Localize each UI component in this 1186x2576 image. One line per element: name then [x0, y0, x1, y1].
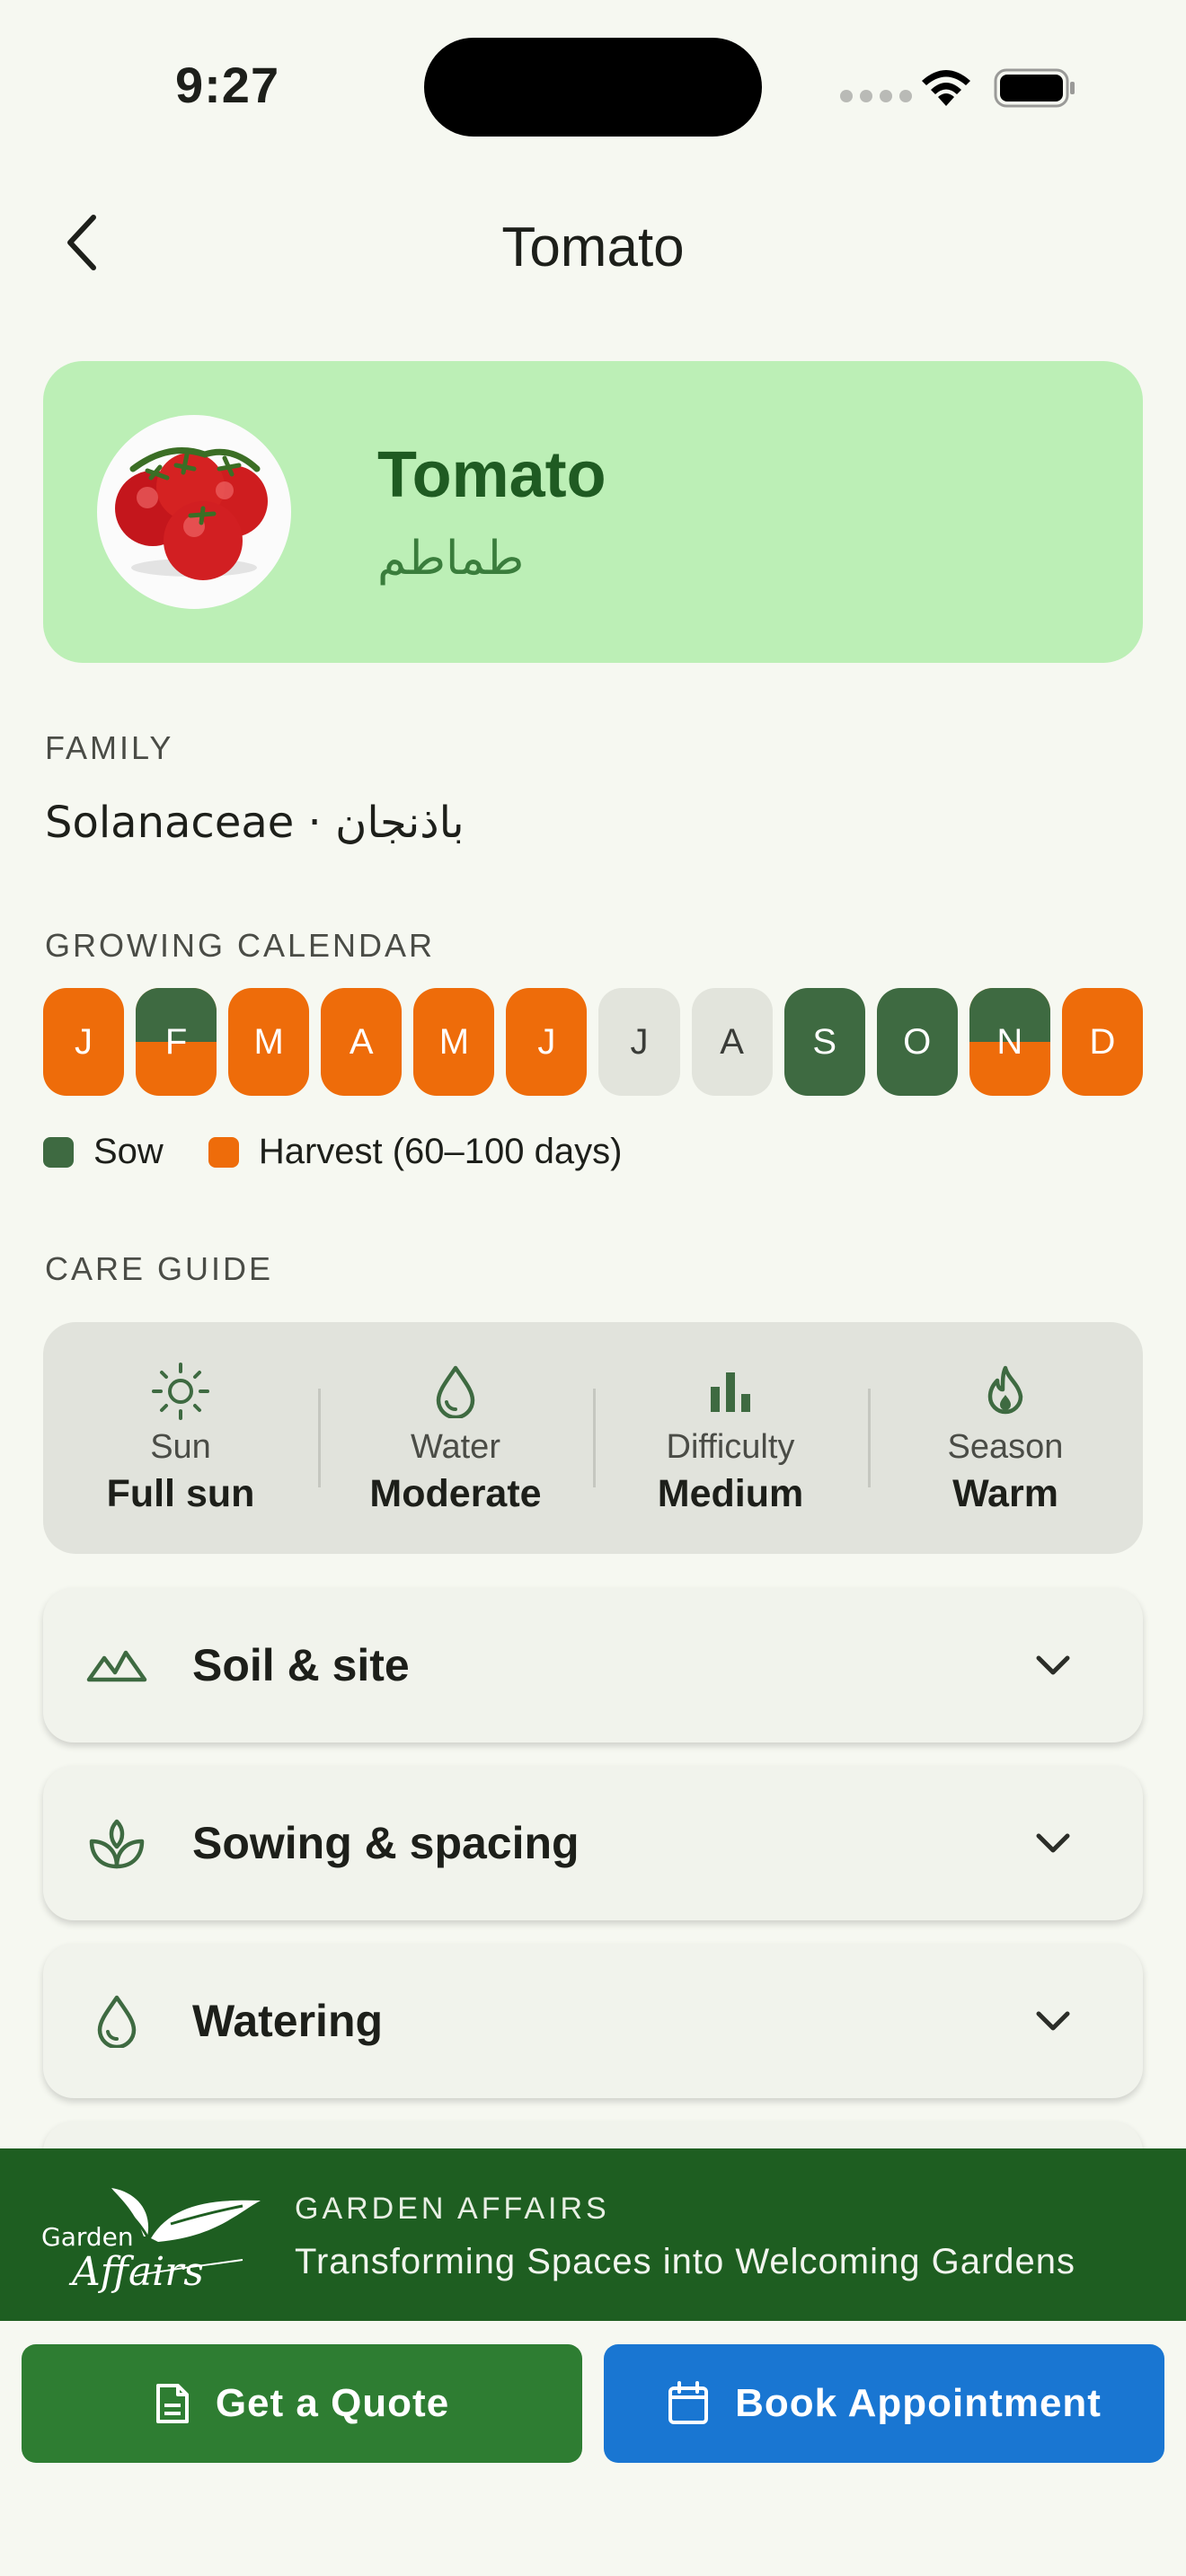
accordion-soil-site[interactable]: Soil & site: [43, 1588, 1143, 1742]
care-key: Water: [411, 1428, 500, 1466]
get-quote-button[interactable]: Get a Quote: [22, 2344, 582, 2463]
care-key: Sun: [150, 1428, 211, 1466]
calendar-label: GROWING CALENDAR: [45, 927, 436, 964]
plant-name: Tomato: [377, 439, 606, 511]
calendar-month: O: [876, 988, 958, 1096]
navigation-bar: Tomato: [0, 189, 1186, 296]
get-quote-label: Get a Quote: [215, 2381, 450, 2425]
plant-hero-card: Tomato طماطم: [43, 361, 1143, 663]
care-water: Water Moderate: [318, 1322, 593, 1554]
calendar-month: A: [321, 988, 403, 1096]
calendar-legend: Sow Harvest (60–100 days): [43, 1132, 667, 1172]
flame-icon: [987, 1365, 1023, 1415]
accordion-title: Soil & site: [192, 1640, 410, 1690]
cta-row: Get a Quote Book Appointment: [22, 2344, 1164, 2463]
care-key: Season: [947, 1428, 1064, 1466]
calendar-month: S: [783, 988, 865, 1096]
calendar-month: N: [969, 988, 1050, 1096]
brand-banner: Garden Affairs GARDEN AFFAIRS Transformi…: [0, 2148, 1186, 2321]
chevron-down-icon: [1036, 1833, 1070, 1853]
plant-arabic-name: طماطم: [377, 532, 525, 586]
calendar-month: F: [136, 988, 217, 1096]
care-key: Difficulty: [666, 1428, 795, 1466]
calendar-month: J: [598, 988, 680, 1096]
accordion-title: Sowing & spacing: [192, 1818, 580, 1868]
harvest-swatch: [208, 1136, 239, 1168]
care-season: Season Warm: [868, 1322, 1143, 1554]
calendar-month: J: [43, 988, 125, 1096]
care-value: Full sun: [106, 1472, 255, 1515]
calendar-month: M: [228, 988, 310, 1096]
cellular-signal-icon: [840, 90, 912, 102]
calendar-month: A: [691, 988, 773, 1096]
care-sun: Sun Full sun: [43, 1322, 318, 1554]
care-value: Medium: [657, 1472, 804, 1515]
book-appointment-label: Book Appointment: [735, 2381, 1102, 2425]
calendar-icon: [668, 2381, 709, 2424]
calendar-month: D: [1061, 988, 1143, 1096]
bar-chart-icon: [711, 1372, 750, 1412]
legend-harvest-label: Harvest (60–100 days): [258, 1132, 623, 1171]
care-value: Warm: [952, 1472, 1058, 1515]
wifi-icon: [922, 70, 970, 106]
legend-harvest: Harvest (60–100 days): [208, 1132, 623, 1172]
chevron-down-icon: [1036, 1655, 1070, 1675]
care-guide-label: CARE GUIDE: [45, 1250, 274, 1287]
document-icon: [155, 2384, 189, 2423]
sow-swatch: [43, 1136, 74, 1168]
family-label: FAMILY: [45, 729, 174, 766]
banner-kicker: GARDEN AFFAIRS: [295, 2192, 610, 2226]
accordion-sowing-spacing[interactable]: Sowing & spacing: [43, 1766, 1143, 1920]
family-value: Solanaceae · باذنجان: [45, 798, 465, 848]
book-appointment-button[interactable]: Book Appointment: [604, 2344, 1164, 2463]
accordion-watering[interactable]: Watering: [43, 1944, 1143, 2098]
garden-affairs-logo: Garden Affairs: [41, 2188, 261, 2295]
chevron-down-icon: [1036, 2011, 1070, 2031]
accordion-title: Watering: [192, 1996, 384, 2046]
status-bar: 9:27: [0, 0, 1186, 171]
legend-sow-label: Sow: [93, 1132, 164, 1171]
landscape-icon: [86, 1650, 147, 1682]
banner-tagline: Transforming Spaces into Welcoming Garde…: [295, 2242, 1076, 2281]
care-value: Moderate: [369, 1472, 542, 1515]
sun-icon: [152, 1363, 209, 1420]
status-time: 9:27: [175, 57, 280, 113]
dynamic-island: [424, 38, 762, 137]
logo-text-affairs: Affairs: [68, 2249, 204, 2295]
tomato-photo: [97, 415, 291, 609]
calendar-month: M: [413, 988, 495, 1096]
water-drop-icon: [436, 1365, 475, 1418]
logo-text-garden: Garden: [41, 2222, 134, 2252]
legend-sow: Sow: [43, 1132, 164, 1172]
battery-icon: [994, 68, 1075, 108]
sprout-icon: [89, 1819, 145, 1869]
page-title: Tomato: [501, 216, 685, 278]
care-guide-summary: Sun Full sun Water Moderate Difficulty M…: [43, 1322, 1143, 1554]
care-difficulty: Difficulty Medium: [593, 1322, 868, 1554]
calendar-month: J: [506, 988, 588, 1096]
water-drop-icon: [97, 1995, 137, 2048]
growing-calendar: J F M A M J J A S O N D: [43, 988, 1143, 1096]
